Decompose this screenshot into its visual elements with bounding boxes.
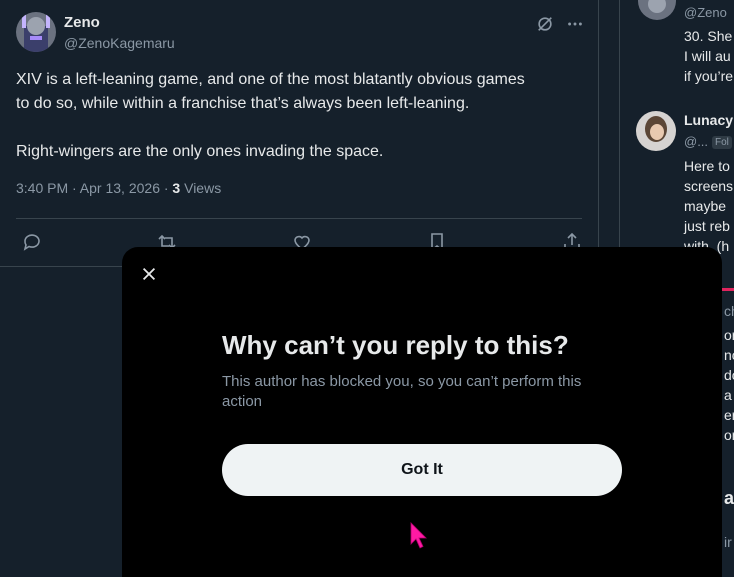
reply-handle[interactable]: @... xyxy=(684,134,708,149)
reply-text-line: nc xyxy=(724,347,734,363)
follows-you-badge: Fol xyxy=(712,136,732,149)
reply-text-line: screens xyxy=(684,178,734,194)
tweet-meta: 3:40 PM · Apr 13, 2026 · 3 Views xyxy=(16,180,221,196)
author-name[interactable]: Zeno xyxy=(64,14,100,31)
got-it-button[interactable]: Got It xyxy=(222,444,622,496)
reply-text-line: if you’re xyxy=(684,68,734,84)
reply-text-line: do xyxy=(724,367,734,383)
reply-avatar[interactable] xyxy=(636,111,676,151)
reply-avatar[interactable] xyxy=(638,0,676,20)
reply-text-line: a · xyxy=(724,387,732,403)
reply-text-line: just reb xyxy=(684,218,730,234)
reply-text-line: a xyxy=(724,488,734,508)
dialog-title: Why can’t you reply to this? xyxy=(222,330,569,360)
reply-text-line: or xyxy=(724,327,734,343)
mouse-cursor-icon xyxy=(410,522,428,550)
author-avatar[interactable] xyxy=(16,12,56,52)
close-icon[interactable] xyxy=(138,263,160,285)
avatar-image xyxy=(636,111,676,151)
dialog-body: This author has blocked you, so you can’… xyxy=(222,373,582,410)
reply-text-line: er xyxy=(724,407,734,423)
tweet-text: XIV is a left-leaning game, and one of t… xyxy=(16,71,525,160)
reply-text-line: ir xyxy=(724,534,732,550)
avatar-image xyxy=(16,12,56,52)
divider xyxy=(16,218,582,219)
reply-icon[interactable] xyxy=(22,232,42,252)
reply-text-line: I will au xyxy=(684,48,731,64)
author-handle[interactable]: @ZenoKagemaru xyxy=(64,35,175,51)
reply-text-line: 30. She xyxy=(684,28,733,44)
reply-text-line: ch xyxy=(724,303,734,319)
views-label: Views xyxy=(180,180,222,196)
accent-line xyxy=(720,288,734,291)
tweet-top-actions xyxy=(535,14,585,34)
reply-handle[interactable]: @Zeno xyxy=(684,5,727,20)
tweet-timestamp[interactable]: 3:40 PM · Apr 13, 2026 · xyxy=(16,180,172,196)
grok-icon[interactable] xyxy=(535,14,555,34)
avatar-image xyxy=(638,0,676,20)
reply-text-line: maybe xyxy=(684,198,727,214)
reply-author-name[interactable]: Lunacy xyxy=(684,112,733,128)
more-icon[interactable] xyxy=(565,14,585,34)
reply-text-line: on xyxy=(724,427,734,443)
reply-text-line: Here to xyxy=(684,158,730,174)
